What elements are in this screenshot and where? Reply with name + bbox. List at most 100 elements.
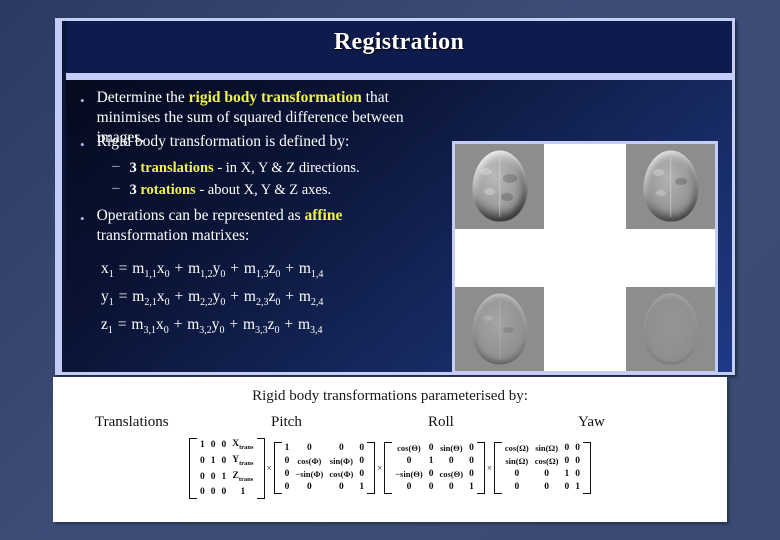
matrix-cell: 0 — [284, 469, 290, 480]
matrix-cell: cos(Θ) — [439, 469, 464, 480]
eq-coef-sub: 2,3 — [255, 297, 269, 309]
matrix-cell: 0 — [359, 443, 365, 454]
grid-gap-top — [544, 144, 626, 229]
brain-difference-bottom-right — [626, 286, 715, 371]
slide-body: • Determine the rigid body transformatio… — [66, 80, 732, 372]
matrix-cell: cos(Ω) — [534, 456, 559, 467]
matrix-cell: 1 — [469, 482, 474, 493]
bullet-text: Rigid body transformation is defined by: — [96, 133, 350, 150]
brain-difference-top-left — [455, 144, 544, 229]
matrix-row-cells: 0010 — [502, 468, 583, 481]
sub-bullet-item: – 3 rotations - about X, Y & Z axes. — [112, 180, 452, 200]
matrix-row-cells: 1 0 0 0 — [282, 442, 368, 455]
matrix-roll-table: cos(Θ) 0 sin(Θ) 0 0 1 0 0 −sin(Θ) 0 cos(Θ) 0 0 0 0 1 — [392, 442, 477, 494]
matrix-cell: cos(Θ) — [397, 443, 421, 454]
equation-row: y1 = m2,1x0 + m2,2y0 + m2,3z0 + m2,4 — [101, 288, 324, 309]
matrix-cell: 0 — [564, 443, 570, 454]
matrix-cell: 1 — [210, 456, 216, 467]
bullet-text: Operations can be represented as affine … — [97, 206, 410, 246]
sub-bullet-text: 3 translations - in X, Y & Z directions. — [130, 158, 360, 178]
sub-bullet-highlight: rotations — [140, 182, 196, 198]
matrix-cell: 0 — [210, 486, 216, 497]
slide-panel: Registration • Determine the rigid body … — [55, 18, 735, 375]
equation-row: z1 = m3,1x0 + m3,2y0 + m3,3z0 + m3,4 — [101, 316, 323, 337]
matrix-row-cells: 0 0 1 Ztrans — [197, 470, 257, 486]
bullet-highlight: rigid body transformation — [188, 89, 362, 106]
eq-coef: m — [297, 316, 311, 334]
eq-coef-sub: 3,1 — [143, 325, 156, 337]
eq-lhs: x — [101, 260, 109, 277]
matrix-cell: 0 — [210, 472, 216, 483]
eq-coef: m — [243, 260, 256, 277]
matrix-panel: Rigid body transformations parameterised… — [53, 377, 727, 522]
eq-var-sub: 0 — [164, 269, 170, 281]
matrix-cell: 0 — [428, 482, 434, 493]
eq-lhs-sub: 1 — [108, 297, 114, 309]
matrix-roll: cos(Θ) 0 sin(Θ) 0 0 1 0 0 −sin(Θ) 0 cos(Θ) 0 0 0 0 1 — [384, 442, 485, 495]
eq-coef-sub: 1,4 — [310, 269, 324, 281]
bullet-item: • Rigid body transformation is defined b… — [80, 132, 440, 152]
matrix-cell: Ytrans — [232, 454, 254, 467]
matrix-row-cells: 1 0 0 Xtrans — [197, 438, 257, 454]
eq-coef-sub: 1,2 — [200, 269, 213, 281]
matrix-cell: 0 — [338, 482, 344, 493]
slide-canvas: Registration • Determine the rigid body … — [0, 0, 780, 540]
eq-lhs: z — [101, 316, 108, 334]
multiply-symbol-2: × — [377, 463, 383, 474]
matrix-cell: 1 — [199, 440, 205, 451]
bullet-segment: transformation matrixes: — [96, 227, 250, 244]
sub-bullet-text: 3 rotations - about X, Y & Z axes. — [130, 180, 332, 200]
matrix-cell: 0 — [199, 456, 205, 467]
sub-bullet-highlight: translations — [140, 160, 214, 176]
matrix-cell: 0 — [575, 469, 581, 480]
matrix-cell: 0 — [406, 456, 412, 467]
eq-coef-sub: 2,2 — [200, 297, 213, 309]
matrix-label-yaw: Yaw — [578, 414, 605, 430]
matrix-row-cells: −sin(Θ) 0 cos(Θ) 0 — [392, 468, 477, 481]
matrix-yaw-table: cos(Ω) sin(Ω) 0 0 sin(Ω) cos(Ω) 0 0 0 0 1 0 0 0 0 1 — [502, 442, 583, 494]
slide-title-bar: Registration — [66, 21, 732, 80]
matrix-cell: 1 — [564, 469, 570, 480]
matrix-cell: 1 — [284, 443, 290, 454]
matrix-cell: 0 — [564, 456, 570, 467]
eq-coef: m — [188, 260, 201, 277]
slide-panel-inner: Registration • Determine the rigid body … — [58, 21, 732, 372]
matrix-label-pitch: Pitch — [271, 414, 302, 430]
grid-gap-bottom — [544, 286, 626, 371]
eq-var: y — [211, 316, 220, 334]
sub-bullet-marker: – — [112, 180, 120, 196]
sub-bullet-marker: – — [112, 158, 120, 174]
matrix-cell: sin(Ω) — [535, 443, 559, 454]
matrix-label-roll: Roll — [428, 414, 454, 430]
eq-coef: m — [187, 316, 200, 334]
matrix-cell: sin(Φ) — [329, 456, 353, 467]
matrix-cell: 0 — [284, 456, 290, 467]
eq-coef-sub: 2,1 — [144, 297, 157, 309]
eq-var-sub: 0 — [274, 325, 280, 337]
eq-coef-sub: 1,1 — [144, 269, 157, 281]
matrix-cell: cos(Ω) — [504, 443, 529, 454]
eq-lhs-sub: 1 — [108, 269, 114, 281]
eq-coef: m — [132, 260, 145, 277]
matrix-row-cells: 0001 — [197, 486, 257, 499]
sub-bullet-segment: - in X, Y & Z directions. — [213, 160, 360, 176]
multiply-symbol-3: × — [486, 463, 492, 474]
matrix-pitch-table: 1 0 0 0 0 cos(Φ) sin(Φ) 0 0 −sin(Φ) cos(Φ) 0 0 0 0 1 — [282, 442, 368, 494]
matrix-cell: 0 — [448, 482, 454, 493]
page-title: Registration — [333, 29, 465, 55]
matrix-cell: sin(Ω) — [505, 456, 529, 467]
matrix-cell: 0 — [306, 482, 312, 493]
matrix-cell: 1 — [359, 482, 365, 493]
matrix-panel-title: Rigid body transformations parameterised… — [252, 388, 528, 404]
eq-coef-sub: 3,4 — [310, 325, 323, 337]
eq-var: x — [156, 288, 165, 306]
grid-gap-right — [626, 228, 715, 287]
eq-var-sub: 0 — [164, 297, 170, 309]
eq-var-sub: 0 — [275, 297, 281, 309]
sub-bullet-segment: - about X, Y & Z axes. — [195, 182, 332, 198]
matrix-cell: 0 — [428, 443, 434, 454]
eq-coef: m — [131, 316, 144, 334]
matrix-cell: 0 — [544, 469, 549, 480]
matrix-cell: 0 — [428, 469, 434, 480]
multiply-symbol-1: × — [266, 463, 272, 474]
